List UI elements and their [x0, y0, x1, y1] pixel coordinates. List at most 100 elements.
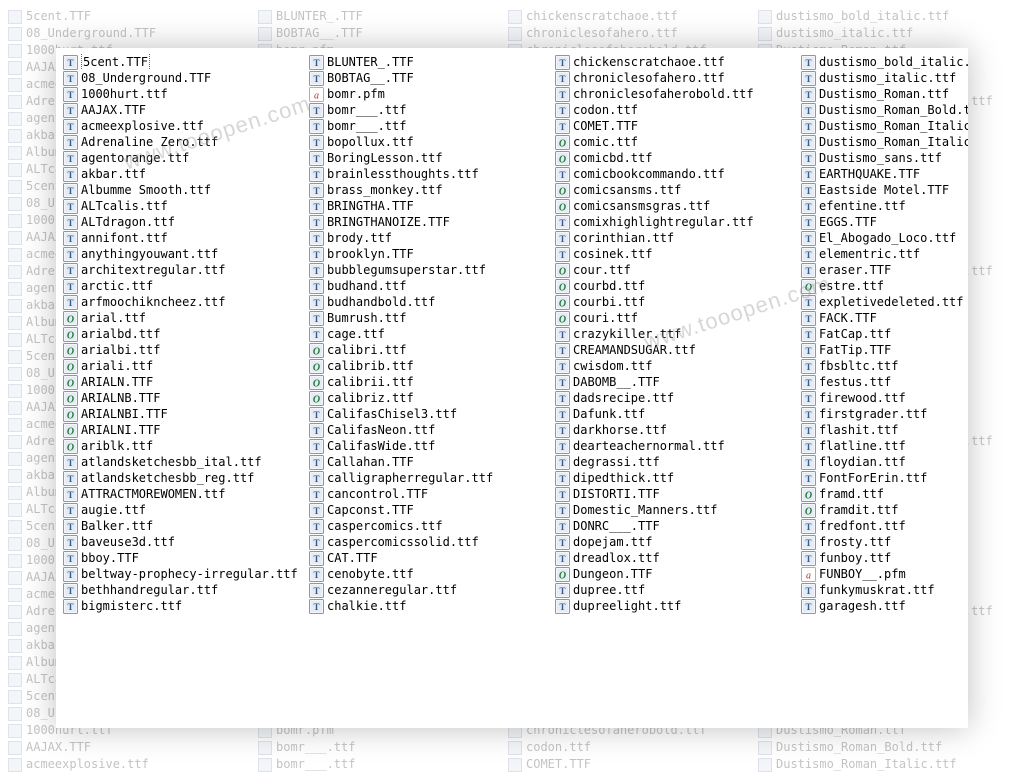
file-item[interactable]: annifont.ttf [62, 230, 308, 246]
file-item[interactable]: FatCap.ttf [800, 326, 968, 342]
file-item[interactable]: garagesh.ttf [800, 598, 968, 614]
file-item[interactable]: architextregular.ttf [62, 262, 308, 278]
file-item[interactable]: courbi.ttf [554, 294, 800, 310]
file-item[interactable]: dupree.ttf [554, 582, 800, 598]
file-item[interactable]: Callahan.TTF [308, 454, 554, 470]
file-item[interactable]: atlandsketchesbb_ital.ttf [62, 454, 308, 470]
file-item[interactable]: Dustismo_Roman_Italic_B [800, 134, 968, 150]
file-item[interactable]: darkhorse.ttf [554, 422, 800, 438]
file-item[interactable]: 5cent.TTF [62, 54, 308, 70]
file-item[interactable]: arialbi.ttf [62, 342, 308, 358]
file-item[interactable]: Dustismo_Roman_Italic.ttf [800, 118, 968, 134]
file-item[interactable]: CalifasChisel3.ttf [308, 406, 554, 422]
file-item[interactable]: crazykiller.ttf [554, 326, 800, 342]
file-item[interactable]: FontForErin.ttf [800, 470, 968, 486]
file-item[interactable]: brooklyn.TTF [308, 246, 554, 262]
file-item[interactable]: ARIALNB.TTF [62, 390, 308, 406]
file-item[interactable]: arfmoochikncheez.ttf [62, 294, 308, 310]
file-item[interactable]: DONRC___.TTF [554, 518, 800, 534]
file-item[interactable]: cenobyte.ttf [308, 566, 554, 582]
file-item[interactable]: Dungeon.TTF [554, 566, 800, 582]
file-item[interactable]: Adrenaline Zero.ttf [62, 134, 308, 150]
file-item[interactable]: funkymuskrat.ttf [800, 582, 968, 598]
file-item[interactable]: COMET.TTF [554, 118, 800, 134]
file-item[interactable]: efentine.ttf [800, 198, 968, 214]
file-item[interactable]: brass_monkey.ttf [308, 182, 554, 198]
file-item[interactable]: Dustismo_Roman.ttf [800, 86, 968, 102]
file-item[interactable]: Bumrush.ttf [308, 310, 554, 326]
file-item[interactable]: corinthian.ttf [554, 230, 800, 246]
file-item[interactable]: flashit.ttf [800, 422, 968, 438]
file-item[interactable]: arialbd.ttf [62, 326, 308, 342]
file-item[interactable]: codon.ttf [554, 102, 800, 118]
file-item[interactable]: Balker.ttf [62, 518, 308, 534]
file-item[interactable]: CREAMANDSUGAR.ttf [554, 342, 800, 358]
file-item[interactable]: cage.ttf [308, 326, 554, 342]
file-item[interactable]: atlandsketchesbb_reg.ttf [62, 470, 308, 486]
file-item[interactable]: El_Abogado_Loco.ttf [800, 230, 968, 246]
file-item[interactable]: arial.ttf [62, 310, 308, 326]
file-item[interactable]: augie.ttf [62, 502, 308, 518]
file-item[interactable]: calligrapherregular.ttf [308, 470, 554, 486]
file-item[interactable]: fbsbltc.ttf [800, 358, 968, 374]
file-item[interactable]: firstgrader.ttf [800, 406, 968, 422]
file-item[interactable]: comicbd.ttf [554, 150, 800, 166]
file-item[interactable]: bomr.pfm [308, 86, 554, 102]
file-item[interactable]: 1000hurt.ttf [62, 86, 308, 102]
file-item[interactable]: akbar.ttf [62, 166, 308, 182]
file-item[interactable]: cancontrol.TTF [308, 486, 554, 502]
file-item[interactable]: flatline.ttf [800, 438, 968, 454]
file-item[interactable]: caspercomics.ttf [308, 518, 554, 534]
file-item[interactable]: dustismo_italic.ttf [800, 70, 968, 86]
file-item[interactable]: calibriz.ttf [308, 390, 554, 406]
file-item[interactable]: framd.ttf [800, 486, 968, 502]
file-item[interactable]: ATTRACTMOREWOMEN.ttf [62, 486, 308, 502]
file-item[interactable]: comixhighlightregular.ttf [554, 214, 800, 230]
file-item[interactable]: FACK.TTF [800, 310, 968, 326]
file-item[interactable]: DISTORTI.TTF [554, 486, 800, 502]
file-item[interactable]: BOBTAG__.TTF [308, 70, 554, 86]
file-item[interactable]: CAT.TTF [308, 550, 554, 566]
file-item[interactable]: BLUNTER_.TTF [308, 54, 554, 70]
file-item[interactable]: ariblk.ttf [62, 438, 308, 454]
file-item[interactable]: beltway-prophecy-irregular.ttf [62, 566, 308, 582]
file-item[interactable]: courbd.ttf [554, 278, 800, 294]
file-item[interactable]: BRINGTHA.TTF [308, 198, 554, 214]
file-item[interactable]: elementric.ttf [800, 246, 968, 262]
file-item[interactable]: ariali.ttf [62, 358, 308, 374]
file-item[interactable]: CalifasNeon.ttf [308, 422, 554, 438]
file-item[interactable]: Albumme Smooth.ttf [62, 182, 308, 198]
file-item[interactable]: calibri.ttf [308, 342, 554, 358]
file-item[interactable]: Dustismo_sans.ttf [800, 150, 968, 166]
file-item[interactable]: FUNBOY__.pfm [800, 566, 968, 582]
file-item[interactable]: expletivedeleted.ttf [800, 294, 968, 310]
file-item[interactable]: ALTcalis.ttf [62, 198, 308, 214]
file-item[interactable]: baveuse3d.ttf [62, 534, 308, 550]
file-item[interactable]: Eastside Motel.TTF [800, 182, 968, 198]
file-item[interactable]: funboy.ttf [800, 550, 968, 566]
file-item[interactable]: bomr___.ttf [308, 118, 554, 134]
file-item[interactable]: cour.ttf [554, 262, 800, 278]
file-item[interactable]: budhand.ttf [308, 278, 554, 294]
file-item[interactable]: dreadlox.ttf [554, 550, 800, 566]
file-item[interactable]: comicsansms.ttf [554, 182, 800, 198]
file-item[interactable]: dustismo_bold_italic.ttf [800, 54, 968, 70]
file-item[interactable]: agentorange.ttf [62, 150, 308, 166]
file-item[interactable]: estre.ttf [800, 278, 968, 294]
file-item[interactable]: Dustismo_Roman_Bold.ttf [800, 102, 968, 118]
file-item[interactable]: ARIALNI.TTF [62, 422, 308, 438]
file-item[interactable]: comic.ttf [554, 134, 800, 150]
file-item[interactable]: chroniclesofaherobold.ttf [554, 86, 800, 102]
file-item[interactable]: floydian.ttf [800, 454, 968, 470]
file-item[interactable]: dipedthick.ttf [554, 470, 800, 486]
file-item[interactable]: cezanneregular.ttf [308, 582, 554, 598]
file-item[interactable]: ARIALNBI.TTF [62, 406, 308, 422]
file-item[interactable]: dearteachernormal.ttf [554, 438, 800, 454]
file-item[interactable]: chickenscratchaoe.ttf [554, 54, 800, 70]
file-item[interactable]: cwisdom.ttf [554, 358, 800, 374]
file-item[interactable]: comicbookcommando.ttf [554, 166, 800, 182]
file-item[interactable]: calibrib.ttf [308, 358, 554, 374]
file-item[interactable]: bubblegumsuperstar.ttf [308, 262, 554, 278]
file-item[interactable]: bigmisterc.ttf [62, 598, 308, 614]
file-item[interactable]: chalkie.ttf [308, 598, 554, 614]
